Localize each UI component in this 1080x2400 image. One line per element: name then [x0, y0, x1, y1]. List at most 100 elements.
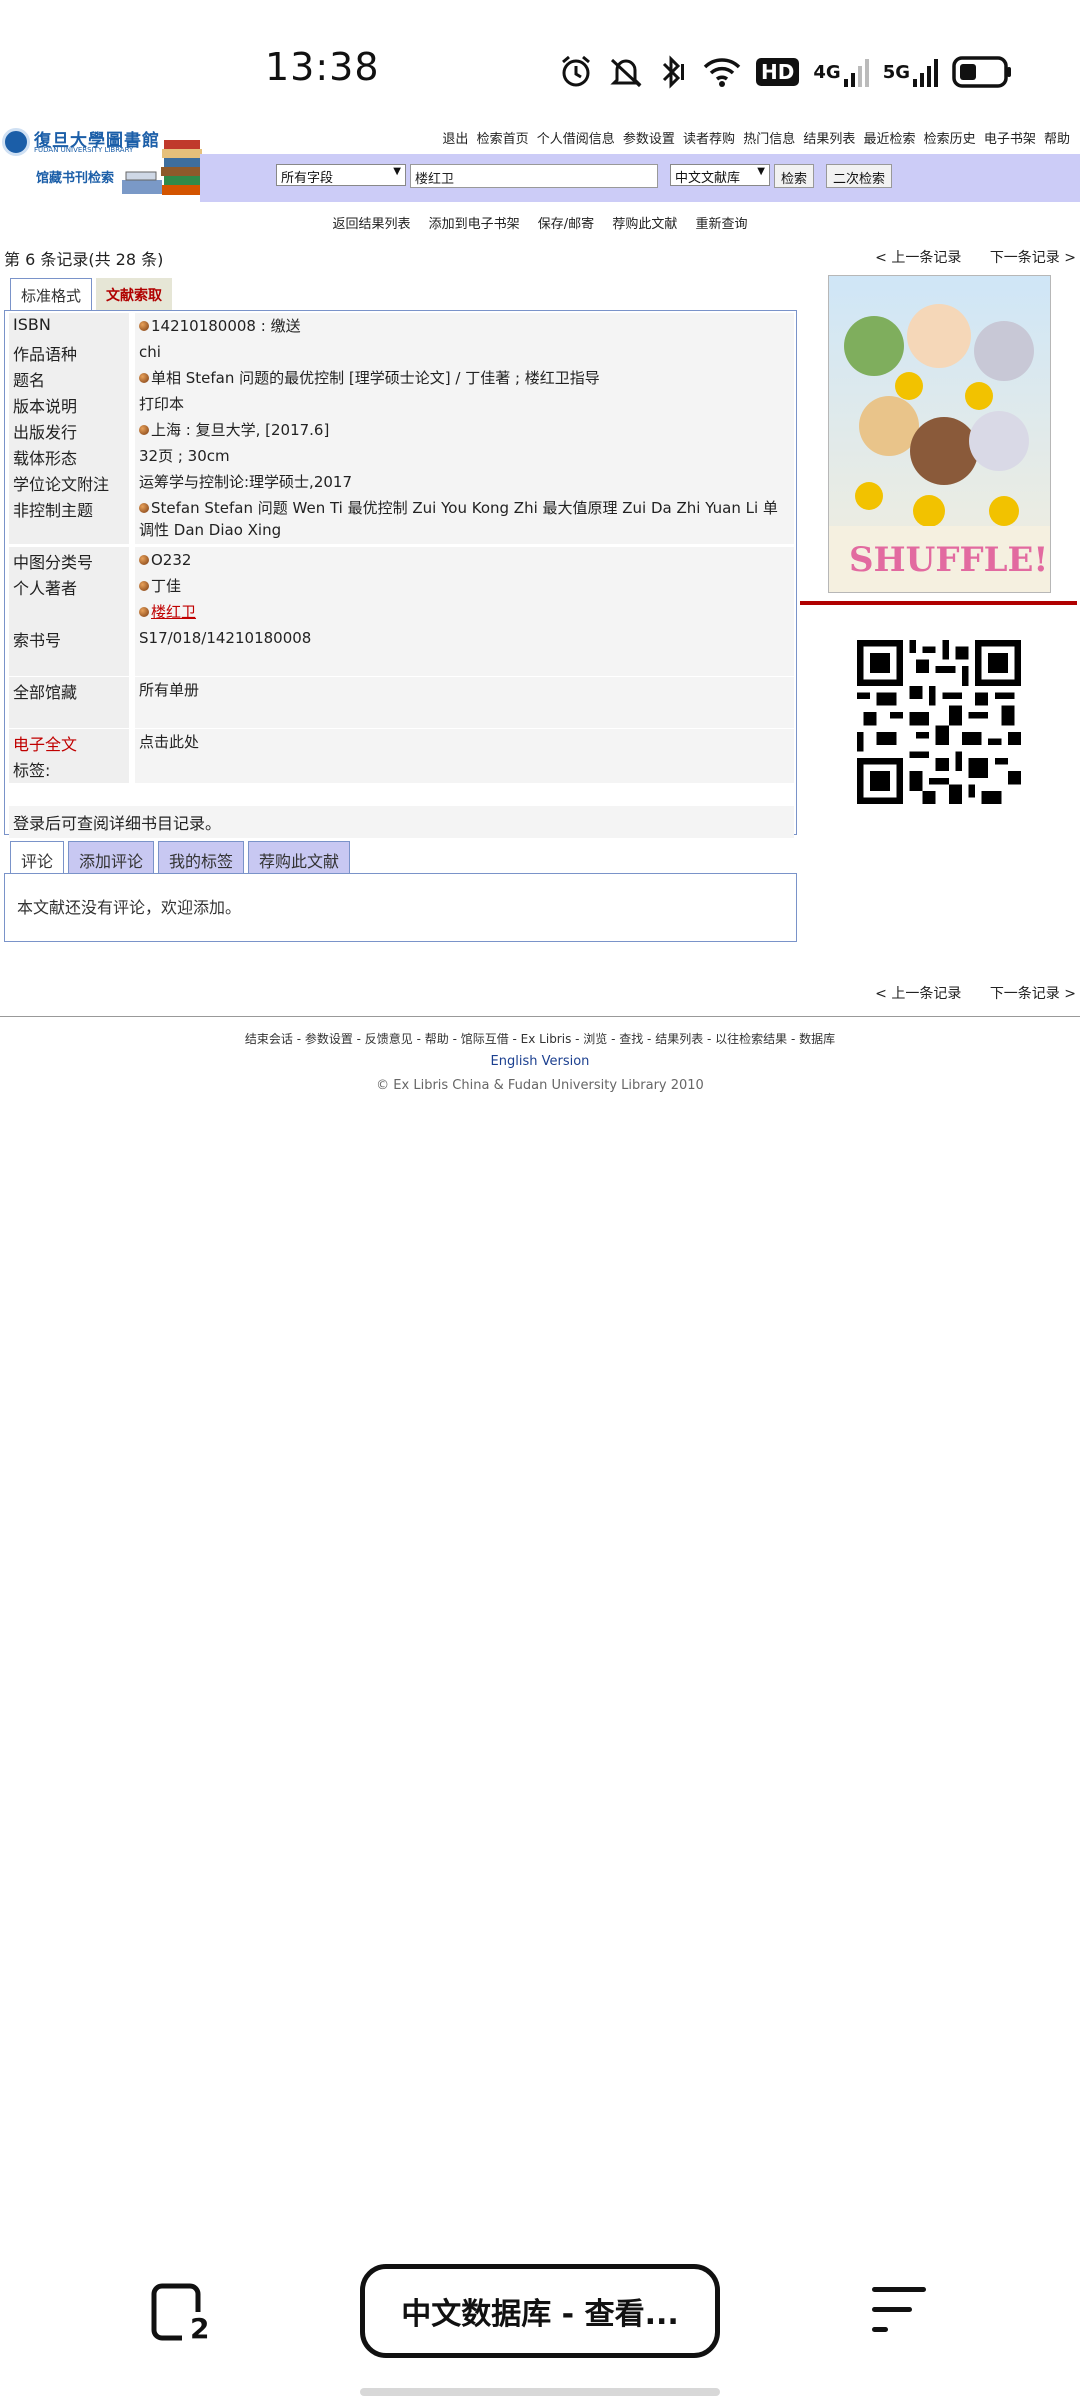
record-nav-bottom: < 上一条记录 下一条记录 >	[851, 983, 1076, 1003]
next-record-link[interactable]: 下一条记录 >	[990, 250, 1076, 266]
link-logout[interactable]: 退出	[442, 132, 468, 147]
logo-en: FUDAN UNIVERSITY LIBRARY	[34, 146, 134, 154]
record-value[interactable]: O232	[135, 547, 794, 576]
link-history[interactable]: 检索历史	[924, 132, 976, 147]
top-links: 退出 检索首页 个人借阅信息 参数设置 读者荐购 热门信息 结果列表 最近检索 …	[438, 128, 1070, 147]
action-save-mail[interactable]: 保存/邮寄	[538, 217, 594, 232]
link-home[interactable]: 检索首页	[477, 132, 529, 147]
search-button[interactable]: 检索	[774, 164, 815, 188]
bullet-icon	[139, 607, 149, 617]
tabs-count-button[interactable]: 2	[150, 2282, 209, 2345]
record-label: 出版发行	[9, 417, 129, 446]
english-version-link[interactable]: English Version	[0, 1054, 1080, 1069]
record-value	[135, 755, 794, 784]
record-value: chi	[135, 339, 794, 368]
record-value[interactable]: 所有单册	[135, 677, 794, 706]
tab-recommend[interactable]: 荐购此文献	[248, 841, 351, 874]
record-value: 32页 ; 30cm	[135, 443, 794, 472]
footer-divider	[0, 1016, 1080, 1017]
section-divider	[800, 601, 1077, 605]
hd-badge-icon: HD	[756, 58, 800, 86]
record-value[interactable]: 14210180008 : 缴送	[135, 313, 794, 340]
record-value: S17/018/14210180008	[135, 625, 794, 654]
record-value[interactable]: 上海 : 复旦大学, [2017.6]	[135, 417, 794, 446]
battery-icon	[952, 55, 1012, 89]
link-help[interactable]: 帮助	[1044, 132, 1070, 147]
link-preferences[interactable]: 参数设置	[623, 132, 675, 147]
action-add-ebookshelf[interactable]: 添加到电子书架	[429, 217, 520, 232]
link-hot[interactable]: 热门信息	[743, 132, 795, 147]
record-value	[135, 703, 794, 729]
record-row: 楼红卫	[9, 599, 794, 626]
record-label: 中图分类号	[9, 547, 129, 576]
comment-empty-text: 本文献还没有评论，欢迎添加。	[17, 898, 242, 917]
tab-add-comment[interactable]: 添加评论	[68, 841, 155, 874]
bullet-icon	[139, 503, 149, 513]
record-label: 索书号	[9, 625, 129, 654]
record-value	[135, 651, 794, 677]
home-indicator[interactable]	[360, 2388, 720, 2396]
bullet-icon	[139, 425, 149, 435]
record-row: ISBN 14210180008 : 缴送	[9, 313, 794, 340]
database-select[interactable]: 中文文献库 ▼	[670, 164, 770, 186]
record-value: 打印本	[135, 391, 794, 420]
record-value[interactable]: 单相 Stefan 问题的最优控制 [理学硕士论文] / 丁佳著 ; 楼红卫指导	[135, 365, 794, 394]
record-label	[9, 703, 129, 729]
status-icons: HD 4G 5G	[558, 50, 1012, 94]
dropdown-arrow-icon: ▼	[757, 166, 765, 177]
second-search-button[interactable]: 二次检索	[826, 164, 893, 188]
book-cover-image: SHUFFLE!	[828, 275, 1051, 593]
record-row: 载体形态 32页 ; 30cm	[9, 443, 794, 472]
field-select[interactable]: 所有字段 ▼	[276, 164, 406, 186]
action-back-to-list[interactable]: 返回结果列表	[332, 217, 410, 232]
record-label: 作品语种	[9, 339, 129, 368]
signal-4g-icon: 4G	[813, 55, 869, 89]
next-record-link[interactable]: 下一条记录 >	[990, 986, 1076, 1002]
record-value[interactable]: 丁佳	[135, 573, 794, 602]
record-row: 个人著者 丁佳	[9, 573, 794, 602]
record-row: 题名 单相 Stefan 问题的最优控制 [理学硕士论文] / 丁佳著 ; 楼红…	[9, 365, 794, 394]
tab-catalog[interactable]: 文献索取	[96, 278, 173, 311]
mute-icon	[608, 54, 644, 90]
logo-subtitle: 馆藏书刊检索	[36, 171, 115, 186]
record-value[interactable]: 楼红卫	[135, 599, 794, 626]
link-my-account[interactable]: 个人借阅信息	[537, 132, 615, 147]
page-title-pill[interactable]: 中文数据库 - 查看...	[360, 2264, 720, 2358]
signal-5g-icon: 5G	[883, 55, 938, 89]
link-recent[interactable]: 最近检索	[864, 132, 916, 147]
status-time: 13:38	[265, 45, 380, 89]
copyright: © Ex Libris China & Fudan University Lib…	[376, 1078, 704, 1093]
books-illustration-icon	[120, 136, 208, 200]
login-note: 登录后可查阅详细书目记录。	[9, 806, 794, 838]
record-label: 个人著者	[9, 573, 129, 602]
comment-tabs: 评论 添加评论 我的标签 荐购此文献	[10, 841, 351, 874]
prev-record-link[interactable]: < 上一条记录	[875, 250, 961, 266]
fulltext-link[interactable]: 点击此处	[135, 729, 794, 758]
record-row: 全部馆藏 所有单册	[9, 677, 794, 706]
record-row: 标签:	[9, 755, 794, 784]
tab-standard-format[interactable]: 标准格式	[10, 278, 93, 311]
link-ebookshelf[interactable]: 电子书架	[984, 132, 1036, 147]
link-result-list[interactable]: 结果列表	[803, 132, 855, 147]
record-nav-top: < 上一条记录 下一条记录 >	[851, 247, 1076, 267]
record-label: 非控制主题	[9, 495, 129, 545]
comment-panel: 本文献还没有评论，欢迎添加。	[4, 873, 797, 942]
record-actions: 返回结果列表 添加到电子书架 保存/邮寄 荐购此文献 重新查询	[0, 213, 1080, 232]
status-bar: 13:38 HD 4G 5G	[0, 0, 1080, 125]
action-recommend[interactable]: 荐购此文献	[612, 217, 677, 232]
record-label: 学位论文附注	[9, 469, 129, 498]
record-row: 非控制主题 Stefan Stefan 问题 Wen Ti 最优控制 Zui Y…	[9, 495, 794, 545]
action-new-search[interactable]: 重新查询	[695, 217, 747, 232]
link-recommend[interactable]: 读者荐购	[683, 132, 735, 147]
footer-links[interactable]: 结束会话 - 参数设置 - 反馈意见 - 帮助 - 馆际互借 - Ex Libr…	[0, 1030, 1080, 1047]
tab-my-tags[interactable]: 我的标签	[158, 841, 245, 874]
record-row: 作品语种 chi	[9, 339, 794, 368]
tab-count: 2	[190, 2312, 210, 2345]
search-input[interactable]: 楼红卫	[410, 164, 658, 188]
menu-icon[interactable]	[870, 2283, 930, 2337]
prev-record-link[interactable]: < 上一条记录	[875, 986, 961, 1002]
search-bar: 所有字段 ▼ 楼红卫 中文文献库 ▼ 检索 二次检索	[200, 154, 1080, 202]
record-value[interactable]: Stefan Stefan 问题 Wen Ti 最优控制 Zui You Kon…	[135, 495, 794, 545]
tab-comments[interactable]: 评论	[10, 841, 65, 874]
library-header: 復旦大學圖書館 FUDAN UNIVERSITY LIBRARY 馆藏书刊检索 …	[0, 124, 1080, 202]
